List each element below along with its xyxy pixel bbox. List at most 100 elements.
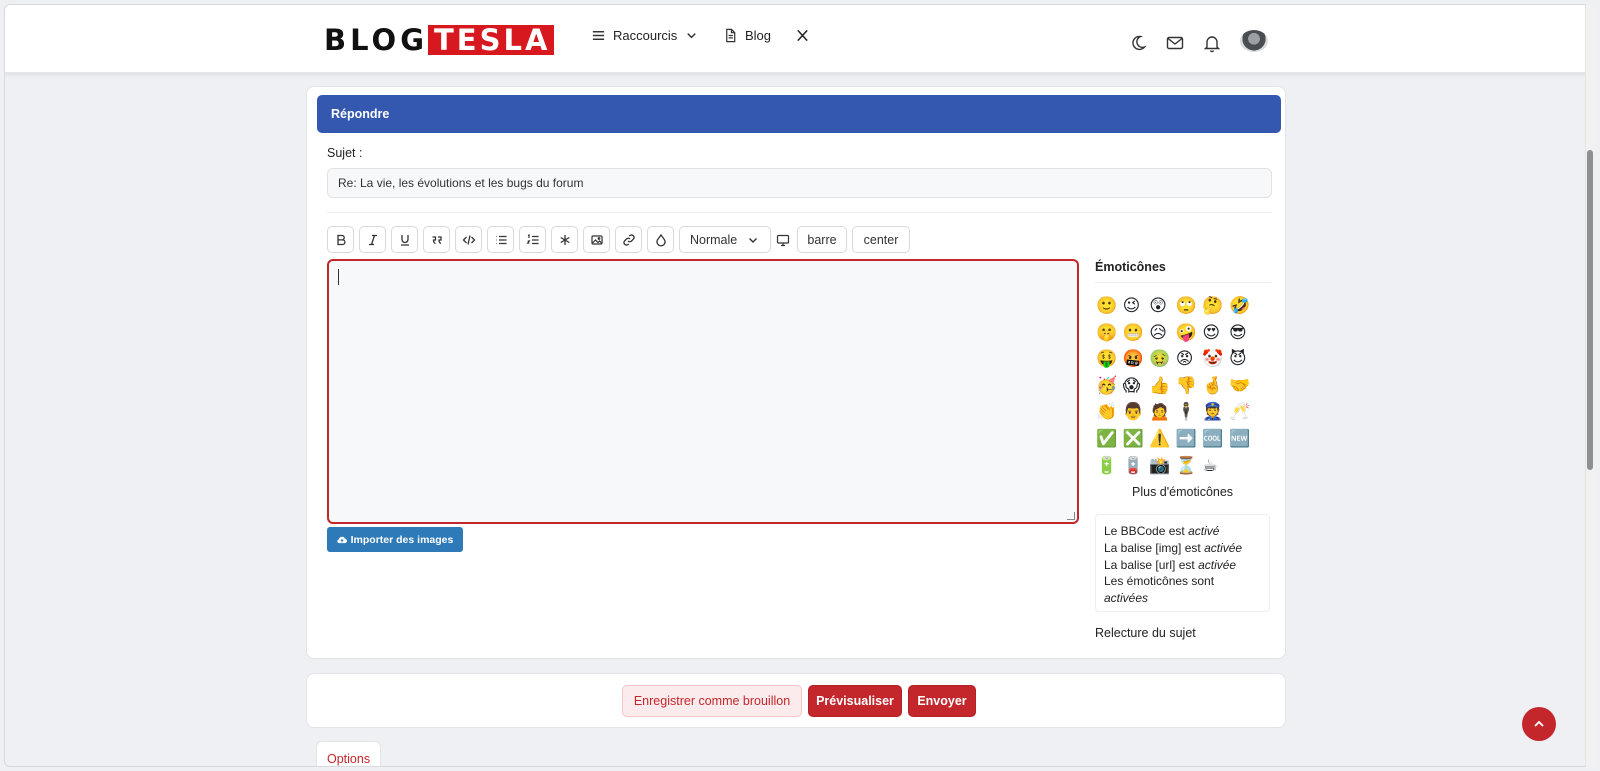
scroll-to-top-button[interactable] [1522,707,1556,741]
emoticon[interactable]: 🙍 [1149,399,1176,426]
text-caret [338,269,339,285]
nav-blog-label: Blog [745,28,772,43]
emoticon[interactable]: 😲 [1149,293,1176,320]
emoticon[interactable]: 🆕 [1229,426,1256,453]
nav-x-link[interactable] [795,28,810,43]
emoticon[interactable]: 🤣 [1229,293,1256,320]
scrollbar-thumb[interactable] [1587,150,1593,470]
emoticon[interactable]: 😍 [1202,320,1229,347]
emoticon[interactable]: 🙄 [1176,293,1203,320]
emoticon[interactable]: ⚠️ [1149,426,1176,453]
emoticons-grid: 🙂 😉 😲 🙄 🤔 🤣 🤫 😬 😥 🤪 😍 😎 🤑 🤬 🤢 😡 🤡 😈 🥳 😱 👍 👎 🤞 🤝 👏 👨 🙍 🕴 👮 🥂 ✅ ❎ ⚠️ ➡️ 🆒 🆕 🔋 🪫… [1096,293,1276,479]
subject-input[interactable] [327,168,1272,198]
resize-handle[interactable] [1067,512,1075,520]
bold-icon [336,234,346,245]
emoticon[interactable]: 👮 [1202,399,1229,426]
more-emoticons-link[interactable]: Plus d'émoticônes [1132,485,1233,499]
emoticon[interactable]: 🤞 [1202,373,1229,400]
barre-button[interactable]: barre [797,226,847,253]
send-button[interactable]: Envoyer [908,685,976,717]
font-size-select-value: Normale [690,232,738,247]
emoticon[interactable]: 👨 [1123,399,1150,426]
img-tag-status-state: activée [1204,540,1243,555]
import-images-button[interactable]: Importer des images [327,527,463,552]
emoticon[interactable]: 🥂 [1229,399,1256,426]
emoticon[interactable]: ☕ [1202,453,1229,480]
emoticons-status: Les émoticônes sont activées [1104,573,1261,607]
mail-icon[interactable] [1165,33,1185,53]
emoticon[interactable]: 😥 [1149,320,1176,347]
emoticon[interactable]: 🙂 [1096,293,1123,320]
emoticons-title: Émoticônes [1095,260,1166,274]
emoticon[interactable]: ➡️ [1176,426,1203,453]
site-logo[interactable]: BLOG TESLA [324,23,555,57]
emoticon[interactable]: 🤑 [1096,346,1123,373]
emoticon[interactable]: ❎ [1123,426,1150,453]
url-tag-status: La balise [url] est activée [1104,557,1261,574]
bell-icon[interactable] [1202,33,1222,53]
font-size-select[interactable]: Normale [679,226,771,253]
bullet-list-button[interactable] [487,226,514,253]
emoticon[interactable]: 🤫 [1096,320,1123,347]
import-images-label: Importer des images [350,533,454,546]
emoticon[interactable]: 😬 [1123,320,1150,347]
x-logo-icon [797,29,808,42]
preview-button[interactable]: Prévisualiser [808,685,902,717]
bold-button[interactable] [327,226,354,253]
monitor-icon[interactable] [776,233,790,247]
divider [327,212,1272,213]
link-button[interactable] [615,226,642,253]
save-draft-button[interactable]: Enregistrer comme brouillon [622,685,802,717]
emoticon[interactable]: 👏 [1096,399,1123,426]
emoticon[interactable]: ✅ [1096,426,1123,453]
url-tag-status-state: activée [1198,557,1237,572]
emoticons-status-text: Les émoticônes sont [1104,574,1215,589]
emoticon[interactable]: 📸 [1149,453,1176,480]
code-button[interactable] [455,226,482,253]
center-button[interactable]: center [852,226,910,253]
nav-raccourcis[interactable]: Raccourcis [591,28,699,43]
emoticon[interactable]: 🤝 [1229,373,1256,400]
emoticon[interactable]: 🔋 [1096,453,1123,480]
bbcode-status: Le BBCode est activé [1104,523,1261,540]
asterisk-icon [559,234,570,245]
tab-options[interactable]: Options [316,741,381,766]
url-tag-status-text: La balise [url] est [1104,557,1199,572]
emoticon[interactable]: 🆒 [1202,426,1229,453]
image-button[interactable] [583,226,610,253]
italic-button[interactable] [359,226,386,253]
color-button[interactable] [647,226,674,253]
link-icon [622,233,635,246]
emoticon[interactable]: 🪫 [1123,453,1150,480]
emoticon[interactable]: 🤢 [1149,346,1176,373]
quote-button[interactable] [423,226,450,253]
numbered-list-button[interactable] [519,226,546,253]
emoticon[interactable]: 🤔 [1202,293,1229,320]
emoticon[interactable]: 👍 [1149,373,1176,400]
emoticon[interactable]: 😎 [1229,320,1256,347]
emoticon[interactable]: 🥳 [1096,373,1123,400]
emoticon[interactable]: 😉 [1123,293,1150,320]
emoticon[interactable]: 🕴 [1176,399,1203,426]
divider [1095,282,1271,283]
emoticon[interactable]: ⏳ [1176,453,1203,480]
droplet-icon [655,233,666,246]
chevron-down-icon [687,33,697,39]
img-tag-status: La balise [img] est activée [1104,540,1261,557]
emoticon[interactable]: 🤬 [1123,346,1150,373]
avatar[interactable] [1240,30,1268,52]
emoticon[interactable]: 👎 [1176,373,1203,400]
nav-blog[interactable]: Blog [723,28,771,43]
list-item-button[interactable] [551,226,578,253]
image-icon [590,234,603,245]
emoticon[interactable]: 🤪 [1176,320,1203,347]
emoticon[interactable]: 🤡 [1202,346,1229,373]
message-textarea[interactable] [327,259,1079,524]
emoticon[interactable]: 😱 [1123,373,1150,400]
moon-icon[interactable] [1128,33,1148,53]
emoticon[interactable]: 😈 [1229,346,1256,373]
underline-button[interactable] [391,226,418,253]
logo-text-blog: BLOG [324,23,429,57]
topic-review-link[interactable]: Relecture du sujet [1095,626,1196,640]
emoticon[interactable]: 😡 [1176,346,1203,373]
